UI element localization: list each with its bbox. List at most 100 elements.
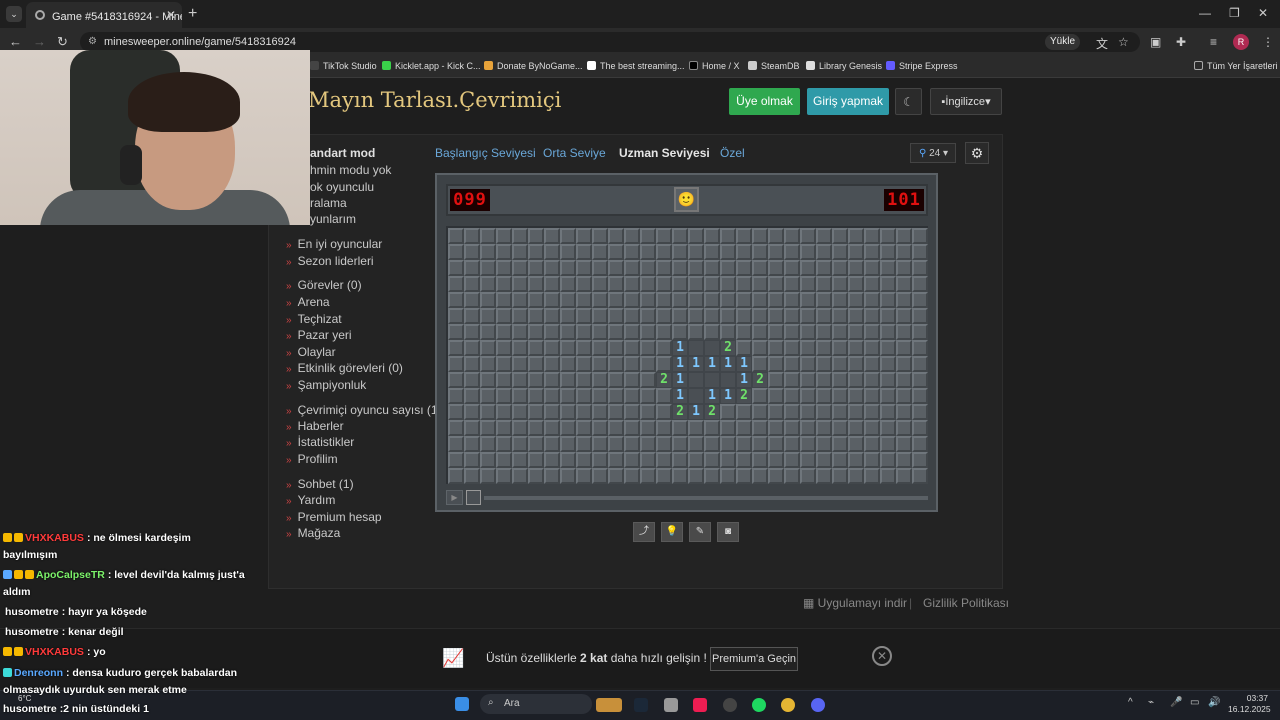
- revealed-cell[interactable]: 1: [704, 356, 720, 372]
- hidden-cell[interactable]: [608, 436, 624, 452]
- hidden-cell[interactable]: [896, 324, 912, 340]
- hidden-cell[interactable]: [624, 228, 640, 244]
- hidden-cell[interactable]: [784, 404, 800, 420]
- sidebar-item[interactable]: » Premium hesap: [286, 510, 382, 524]
- hidden-cell[interactable]: [848, 436, 864, 452]
- extension-icon[interactable]: ▣: [1150, 35, 1161, 49]
- revealed-cell[interactable]: 1: [672, 388, 688, 404]
- hidden-cell[interactable]: [704, 308, 720, 324]
- sidebar-item[interactable]: » Çevrimiçi oyuncu sayısı (143: [286, 403, 436, 417]
- hidden-cell[interactable]: [720, 244, 736, 260]
- bookmark-item[interactable]: Home / X: [689, 61, 740, 71]
- tab-list-button[interactable]: ⌄: [6, 6, 22, 22]
- sidebar-item[interactable]: » Yardım: [286, 493, 335, 507]
- hidden-cell[interactable]: [880, 388, 896, 404]
- hidden-cell[interactable]: [496, 420, 512, 436]
- hidden-cell[interactable]: [480, 260, 496, 276]
- hidden-cell[interactable]: [672, 308, 688, 324]
- hidden-cell[interactable]: [608, 228, 624, 244]
- hidden-cell[interactable]: [656, 468, 672, 484]
- hidden-cell[interactable]: [704, 292, 720, 308]
- hidden-cell[interactable]: [896, 420, 912, 436]
- hidden-cell[interactable]: [448, 452, 464, 468]
- hidden-cell[interactable]: [608, 340, 624, 356]
- hidden-cell[interactable]: [704, 436, 720, 452]
- hidden-cell[interactable]: [864, 244, 880, 260]
- hidden-cell[interactable]: [768, 420, 784, 436]
- hidden-cell[interactable]: [752, 244, 768, 260]
- edit-icon[interactable]: ✎: [689, 522, 711, 542]
- hidden-cell[interactable]: [848, 420, 864, 436]
- hidden-cell[interactable]: [448, 388, 464, 404]
- close-window-icon[interactable]: ✕: [1258, 6, 1268, 20]
- hidden-cell[interactable]: [816, 420, 832, 436]
- hidden-cell[interactable]: [880, 356, 896, 372]
- hidden-cell[interactable]: [912, 292, 928, 308]
- sidebar-item[interactable]: » Pazar yeri: [286, 328, 352, 342]
- hidden-cell[interactable]: [608, 292, 624, 308]
- hidden-cell[interactable]: [912, 388, 928, 404]
- hidden-cell[interactable]: [560, 340, 576, 356]
- hidden-cell[interactable]: [736, 276, 752, 292]
- hidden-cell[interactable]: [448, 292, 464, 308]
- hidden-cell[interactable]: [800, 276, 816, 292]
- hidden-cell[interactable]: [656, 260, 672, 276]
- hidden-cell[interactable]: [704, 276, 720, 292]
- hidden-cell[interactable]: [544, 308, 560, 324]
- sidebar-item[interactable]: » Sohbet (1): [286, 477, 354, 491]
- hidden-cell[interactable]: [480, 452, 496, 468]
- bookmark-item[interactable]: TikTok Studio: [310, 61, 377, 71]
- hidden-cell[interactable]: [880, 468, 896, 484]
- hidden-cell[interactable]: [896, 356, 912, 372]
- hidden-cell[interactable]: [528, 420, 544, 436]
- hidden-cell[interactable]: [464, 276, 480, 292]
- hidden-cell[interactable]: [544, 276, 560, 292]
- hidden-cell[interactable]: [736, 260, 752, 276]
- extensions-puzzle-icon[interactable]: ✚: [1176, 35, 1186, 49]
- hidden-cell[interactable]: [784, 260, 800, 276]
- browser-tab[interactable]: Game #5418316924 - Minesweeper ✕: [26, 2, 182, 28]
- hidden-cell[interactable]: [736, 308, 752, 324]
- hidden-cell[interactable]: [640, 244, 656, 260]
- hidden-cell[interactable]: [464, 452, 480, 468]
- hidden-cell[interactable]: [592, 244, 608, 260]
- hidden-cell[interactable]: [784, 244, 800, 260]
- hidden-cell[interactable]: [464, 356, 480, 372]
- hidden-cell[interactable]: [640, 276, 656, 292]
- hidden-cell[interactable]: [496, 468, 512, 484]
- sidebar-item[interactable]: » Mağaza: [286, 526, 340, 540]
- hidden-cell[interactable]: [816, 404, 832, 420]
- bookmark-item[interactable]: Donate ByNoGame...: [484, 61, 583, 71]
- hidden-cell[interactable]: [672, 452, 688, 468]
- hidden-cell[interactable]: [512, 420, 528, 436]
- hidden-cell[interactable]: [688, 276, 704, 292]
- hidden-cell[interactable]: [576, 260, 592, 276]
- revealed-cell[interactable]: 2: [752, 372, 768, 388]
- hidden-cell[interactable]: [544, 468, 560, 484]
- hidden-cell[interactable]: [768, 388, 784, 404]
- hidden-cell[interactable]: [576, 372, 592, 388]
- hidden-cell[interactable]: [752, 260, 768, 276]
- revealed-cell[interactable]: [688, 340, 704, 356]
- hidden-cell[interactable]: [912, 244, 928, 260]
- hidden-cell[interactable]: [560, 276, 576, 292]
- hidden-cell[interactable]: [912, 356, 928, 372]
- hidden-cell[interactable]: [464, 404, 480, 420]
- hidden-cell[interactable]: [720, 260, 736, 276]
- hidden-cell[interactable]: [672, 244, 688, 260]
- hidden-cell[interactable]: [816, 260, 832, 276]
- hidden-cell[interactable]: [864, 324, 880, 340]
- hidden-cell[interactable]: [912, 452, 928, 468]
- menu-kebab-icon[interactable]: ⋮: [1262, 35, 1274, 49]
- hidden-cell[interactable]: [832, 356, 848, 372]
- hidden-cell[interactable]: [880, 420, 896, 436]
- tiktok-icon[interactable]: [693, 698, 707, 712]
- hidden-cell[interactable]: [848, 228, 864, 244]
- hidden-cell[interactable]: [512, 324, 528, 340]
- hidden-cell[interactable]: [576, 404, 592, 420]
- hidden-cell[interactable]: [864, 452, 880, 468]
- hidden-cell[interactable]: [752, 468, 768, 484]
- hidden-cell[interactable]: [576, 356, 592, 372]
- hidden-cell[interactable]: [768, 244, 784, 260]
- hidden-cell[interactable]: [640, 372, 656, 388]
